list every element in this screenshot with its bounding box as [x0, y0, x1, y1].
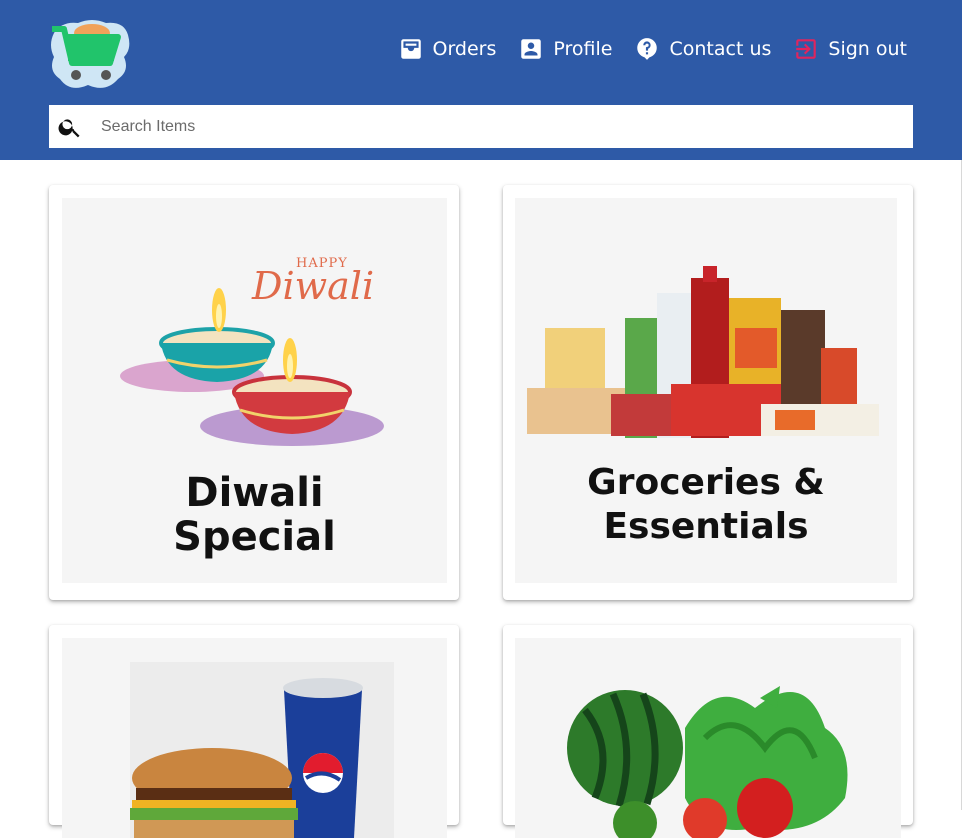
- search-bar: [49, 105, 913, 148]
- shopping-cart-logo-icon[interactable]: [48, 13, 130, 91]
- app-header: Orders Profile Contact us Sign out: [0, 0, 962, 160]
- category-image-diwali: HAPPY Diwali Diwali Special: [62, 198, 447, 583]
- nav-profile-label: Profile: [553, 38, 613, 60]
- nav-contact-us[interactable]: Contact us: [634, 36, 771, 62]
- nav-profile[interactable]: Profile: [518, 36, 612, 62]
- happy-diwali-overlay: HAPPY Diwali: [252, 256, 375, 308]
- nav-sign-out[interactable]: Sign out: [793, 36, 907, 62]
- category-caption-diwali: Diwali Special: [173, 470, 336, 560]
- nav-sign-out-label: Sign out: [828, 38, 907, 60]
- nav-orders-label: Orders: [432, 38, 497, 60]
- top-nav: Orders Profile Contact us Sign out: [398, 33, 907, 65]
- nav-orders[interactable]: Orders: [398, 36, 497, 62]
- exit-to-app-icon: [793, 36, 819, 62]
- help-bubble-icon: [634, 36, 660, 62]
- category-image-groceries: Groceries & Essentials: [515, 198, 897, 583]
- inbox-tray-icon: [398, 36, 424, 62]
- nav-contact-us-label: Contact us: [669, 38, 772, 60]
- category-card-fruits-vegetables[interactable]: [503, 625, 913, 838]
- category-caption-groceries: Groceries & Essentials: [587, 462, 825, 547]
- burger-and-soda-illustration: [130, 662, 394, 838]
- category-image-fast-food: [62, 638, 447, 838]
- category-card-diwali[interactable]: HAPPY Diwali Diwali Special: [49, 185, 459, 600]
- account-box-icon: [518, 36, 544, 62]
- category-image-fruits-vegetables: [515, 638, 901, 838]
- search-icon[interactable]: [49, 105, 91, 148]
- category-card-fast-food[interactable]: [49, 625, 459, 838]
- fruits-vegetables-illustration: [567, 686, 848, 838]
- category-card-groceries[interactable]: Groceries & Essentials: [503, 185, 913, 600]
- search-input[interactable]: [101, 105, 913, 148]
